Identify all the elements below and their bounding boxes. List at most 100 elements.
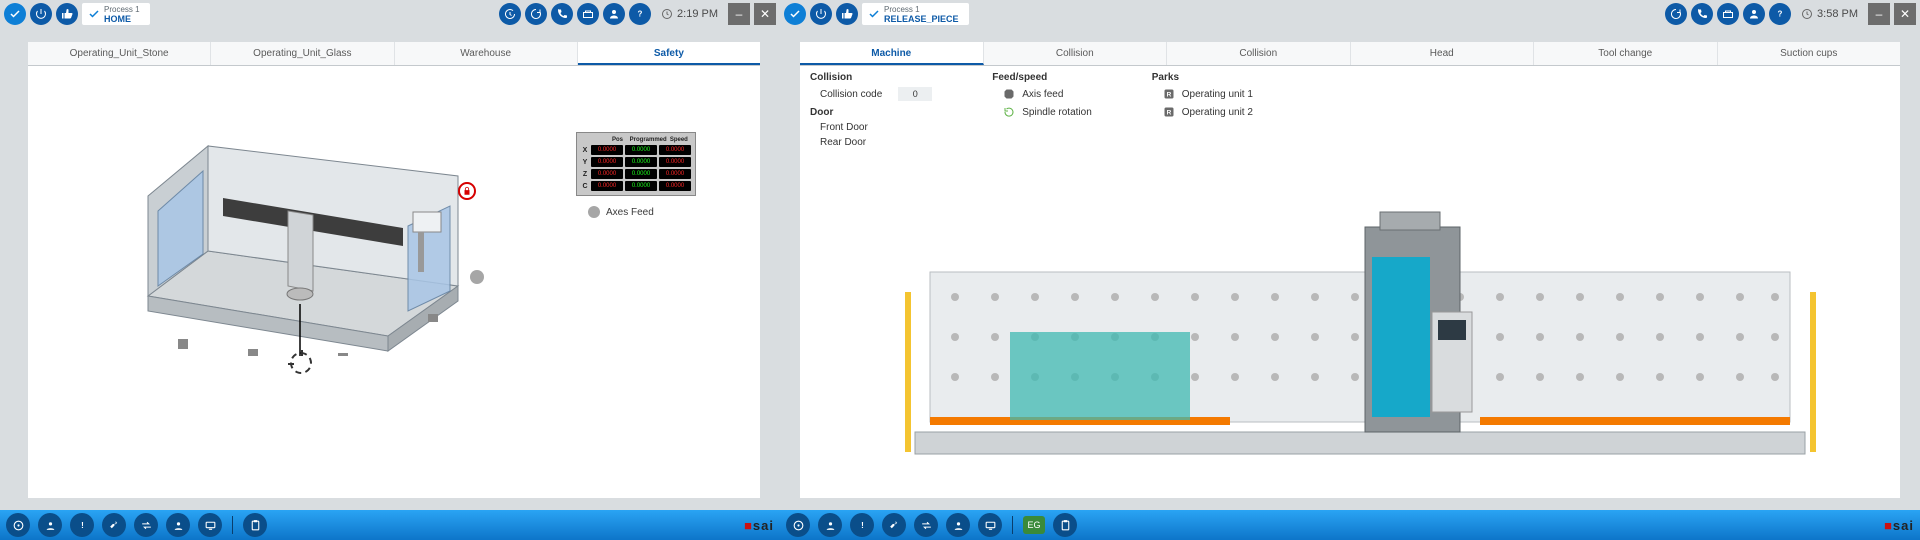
power-button[interactable] <box>30 3 52 25</box>
topbar: Process 1 HOME ? 2:19 PM ‒ ✕ <box>0 0 780 28</box>
ok-button[interactable] <box>4 3 26 25</box>
tab-operating-unit-glass[interactable]: Operating_Unit_Glass <box>211 42 394 65</box>
clock-text: 3:58 PM <box>1817 8 1858 20</box>
user-button[interactable] <box>1743 3 1765 25</box>
bb-user[interactable] <box>38 513 62 537</box>
bb-screen[interactable] <box>978 513 1002 537</box>
stop-icon <box>1002 87 1016 101</box>
tab-head[interactable]: Head <box>1351 42 1535 65</box>
tab-collision-2[interactable]: Collision <box>1167 42 1351 65</box>
parks-heading: Parks <box>1152 72 1253 83</box>
user-button[interactable] <box>603 3 625 25</box>
close-button[interactable]: ✕ <box>1894 3 1916 25</box>
svg-text:?: ? <box>1778 10 1783 19</box>
svg-text:!: ! <box>81 521 84 530</box>
tabs: Operating_Unit_Stone Operating_Unit_Glas… <box>28 42 760 66</box>
bottombar-left: ! ■sai <box>0 510 780 540</box>
bb-warning[interactable]: ! <box>850 513 874 537</box>
bb-tools[interactable] <box>102 513 126 537</box>
feedspeed-heading: Feed/speed <box>992 72 1092 83</box>
brand-logo: ■sai <box>1884 518 1914 533</box>
clock: 3:58 PM <box>1801 8 1858 20</box>
clock: 2:19 PM <box>661 8 718 20</box>
thumbs-up-button[interactable] <box>836 3 858 25</box>
axes-feed-dot <box>588 206 600 218</box>
svg-text:R: R <box>1166 110 1171 117</box>
panel: Pos Programmed Speed X 0.0000 0.0000 0.0… <box>28 66 760 498</box>
breadcrumb[interactable]: Process 1 RELEASE_PIECE <box>862 3 969 25</box>
hdr-spd: Speed <box>667 137 691 143</box>
bb-home[interactable] <box>6 513 30 537</box>
phone-button[interactable] <box>551 3 573 25</box>
axes-feed-label: Axes Feed <box>606 207 654 218</box>
axes-feed: Axes Feed <box>588 206 654 218</box>
help-button[interactable]: ? <box>1769 3 1791 25</box>
hdr-pos: Pos <box>605 137 629 143</box>
clock-icon <box>661 8 673 20</box>
hdr-prog: Programmed <box>630 137 667 143</box>
toolbox-button[interactable] <box>577 3 599 25</box>
clock-icon <box>1801 8 1813 20</box>
refresh-button[interactable] <box>525 3 547 25</box>
pane-release-piece: Process 1 RELEASE_PIECE ? 3:58 PM ‒ ✕ Ma… <box>780 0 1920 540</box>
machine-illustration <box>128 116 488 356</box>
svg-text:R: R <box>1166 92 1171 99</box>
bb-tools[interactable] <box>882 513 906 537</box>
r-badge-icon: R <box>1162 105 1176 119</box>
topbar: Process 1 RELEASE_PIECE ? 3:58 PM ‒ ✕ <box>780 0 1920 28</box>
r-badge-icon: R <box>1162 87 1176 101</box>
crumb-subtitle: HOME <box>104 14 140 24</box>
tabs: Machine Collision Collision Head Tool ch… <box>800 42 1900 66</box>
bb-user[interactable] <box>818 513 842 537</box>
collision-heading: Collision <box>810 72 932 83</box>
breadcrumb[interactable]: Process 1 HOME <box>82 3 150 25</box>
tab-collision-1[interactable]: Collision <box>984 42 1168 65</box>
crumb-title: Process 1 <box>884 5 959 14</box>
close-button[interactable]: ✕ <box>754 3 776 25</box>
bb-screen[interactable] <box>198 513 222 537</box>
tab-safety[interactable]: Safety <box>578 42 760 65</box>
bb-eg-badge[interactable]: EG <box>1023 516 1045 534</box>
brand-logo: ■sai <box>744 518 774 533</box>
bb-clipboard[interactable] <box>1053 513 1077 537</box>
tab-warehouse[interactable]: Warehouse <box>395 42 578 65</box>
operating-unit-1-label: Operating unit 1 <box>1182 89 1253 100</box>
bottombar-right: ! EG ■sai <box>780 510 1920 540</box>
clock-text: 2:19 PM <box>677 8 718 20</box>
bb-clipboard[interactable] <box>243 513 267 537</box>
tab-machine[interactable]: Machine <box>800 42 984 65</box>
operating-unit-2-label: Operating unit 2 <box>1182 107 1253 118</box>
ok-button[interactable] <box>784 3 806 25</box>
bb-home[interactable] <box>786 513 810 537</box>
bb-account[interactable] <box>166 513 190 537</box>
spindle-rotation-label: Spindle rotation <box>1022 107 1092 118</box>
thumbs-up-button[interactable] <box>56 3 78 25</box>
collision-code-label: Collision code <box>820 89 882 100</box>
collision-code-value: 0 <box>898 87 932 101</box>
panel: Collision Collision code 0 Door Front Do… <box>800 66 1900 498</box>
bb-account[interactable] <box>946 513 970 537</box>
bb-transfer[interactable] <box>914 513 938 537</box>
axis-status-box: Pos Programmed Speed X 0.0000 0.0000 0.0… <box>576 132 696 196</box>
refresh-button[interactable] <box>1665 3 1687 25</box>
crumb-subtitle: RELEASE_PIECE <box>884 14 959 24</box>
power-button[interactable] <box>810 3 832 25</box>
phone-button[interactable] <box>1691 3 1713 25</box>
toolbox-button[interactable] <box>1717 3 1739 25</box>
svg-text:?: ? <box>638 10 643 19</box>
tab-operating-unit-stone[interactable]: Operating_Unit_Stone <box>28 42 211 65</box>
history-button[interactable] <box>499 3 521 25</box>
svg-text:!: ! <box>861 521 864 530</box>
help-button[interactable]: ? <box>629 3 651 25</box>
bb-transfer[interactable] <box>134 513 158 537</box>
tab-suction-cups[interactable]: Suction cups <box>1718 42 1901 65</box>
minimize-button[interactable]: ‒ <box>728 3 750 25</box>
tab-tool-change[interactable]: Tool change <box>1534 42 1718 65</box>
bb-warning[interactable]: ! <box>70 513 94 537</box>
vertical-machine-illustration <box>860 136 1860 488</box>
pane-home: Process 1 HOME ? 2:19 PM ‒ ✕ Operating_U… <box>0 0 780 540</box>
rotate-icon <box>1002 105 1016 119</box>
minimize-button[interactable]: ‒ <box>1868 3 1890 25</box>
door-heading: Door <box>810 107 932 118</box>
front-door-label: Front Door <box>820 122 868 133</box>
